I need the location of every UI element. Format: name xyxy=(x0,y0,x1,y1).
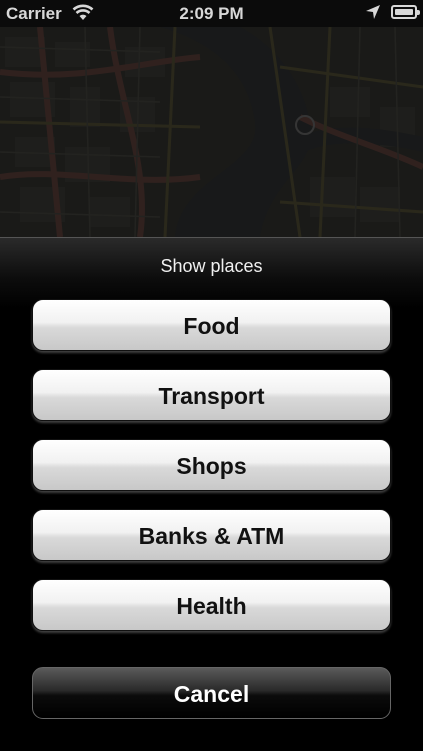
food-button[interactable]: Food xyxy=(32,299,391,351)
action-sheet-title: Show places xyxy=(160,256,263,276)
map-dim-overlay xyxy=(0,27,423,237)
health-button[interactable]: Health xyxy=(32,579,391,631)
shops-button[interactable]: Shops xyxy=(32,439,391,491)
cancel-button[interactable]: Cancel xyxy=(32,667,391,719)
transport-button[interactable]: Transport xyxy=(32,369,391,421)
clock: 2:09 PM xyxy=(179,4,244,23)
battery-icon xyxy=(391,5,420,19)
action-sheet: Show places Food Transport Shops Banks &… xyxy=(0,237,423,751)
status-bar: Carrier 2:09 PM xyxy=(0,0,423,27)
banks-atm-button[interactable]: Banks & ATM xyxy=(32,509,391,561)
location-arrow-icon xyxy=(365,4,381,25)
